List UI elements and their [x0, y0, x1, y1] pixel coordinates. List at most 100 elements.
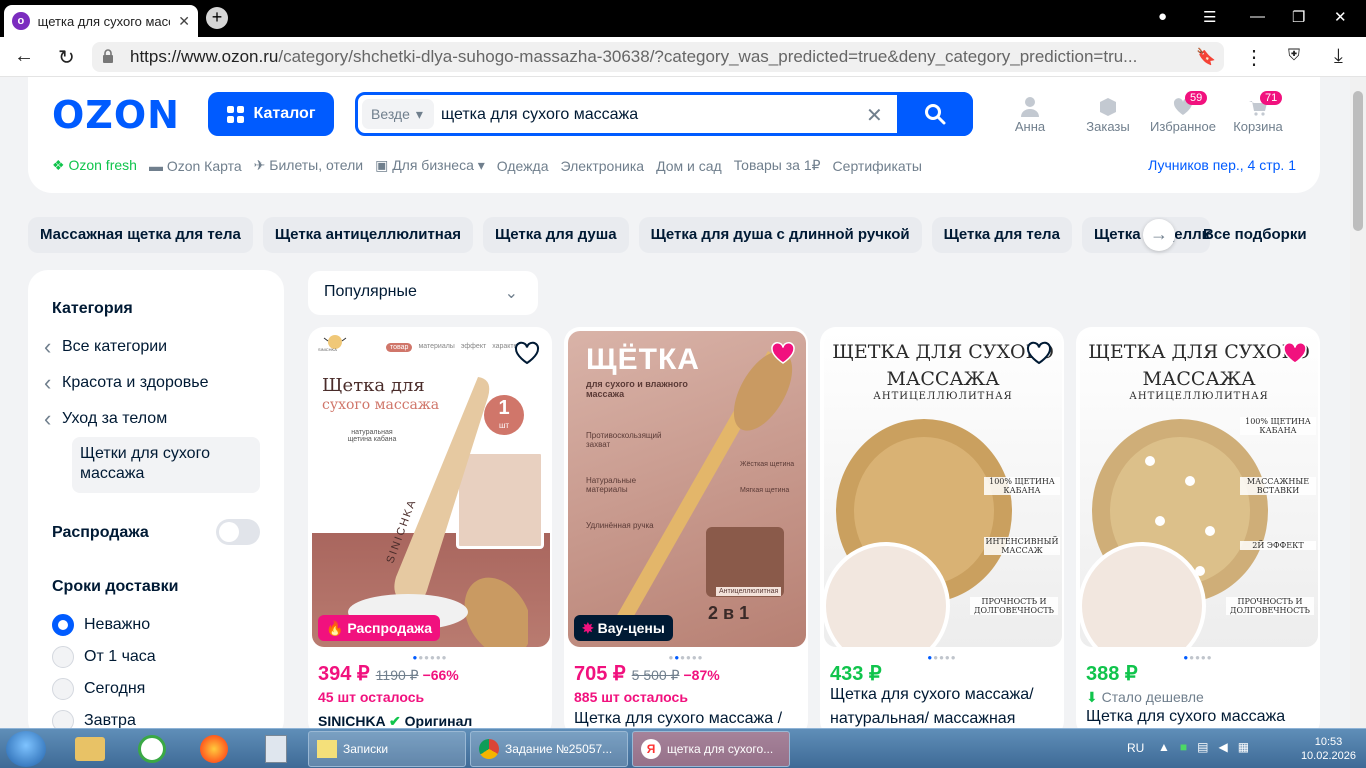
close-tab-icon[interactable]: ✕ [178, 13, 190, 30]
chip-massage-brush[interactable]: Массажная щетка для тела [28, 217, 253, 253]
minimize-icon[interactable]: — [1250, 8, 1265, 25]
all-selections-link[interactable]: Все подборки [1203, 226, 1307, 243]
kaspersky-icon[interactable]: ■ [1180, 740, 1187, 754]
subnav-home-garden[interactable]: Дом и сад [656, 158, 722, 174]
subnav-label: Для бизнеса [392, 157, 474, 173]
product-image[interactable]: ЩЁТКА для сухого и влажного массажа Прот… [568, 331, 806, 647]
search-scope-label: Везде [371, 106, 410, 122]
wow-price-badge: ✸ Вау-цены [574, 615, 673, 641]
menu-icon[interactable]: ☰ [1203, 8, 1216, 26]
scrollbar-thumb[interactable] [1353, 91, 1363, 231]
firefox-icon[interactable] [188, 732, 240, 766]
chip-long-handle[interactable]: Щетка для душа с длинной ручкой [638, 217, 922, 253]
delivery-option-today[interactable]: Сегодня [52, 678, 145, 700]
favorite-heart-filled-icon[interactable] [1282, 341, 1308, 365]
category-all[interactable]: Все категории [44, 334, 167, 360]
favorite-heart-icon[interactable] [514, 341, 540, 365]
url-path: /category/shchetki-dlya-suhogo-massazha-… [278, 47, 1138, 66]
browser-tab[interactable]: o щетка для сухого масс ✕ [4, 5, 198, 37]
back-icon[interactable]: ← [14, 45, 34, 68]
sale-toggle[interactable] [216, 519, 260, 545]
product-card[interactable]: SINICHKA товар материалы эффект характер… [308, 327, 552, 737]
verified-icon: ✔ [389, 713, 405, 729]
product-image[interactable]: ЩЕТКА ДЛЯ СУХОГО МАССАЖА АНТИЦЕЛЛЮЛИТНАЯ… [824, 331, 1062, 647]
subnav-one-ruble[interactable]: Товары за 1₽ [734, 157, 821, 174]
protect-icon[interactable]: ⛨ [1288, 47, 1300, 65]
subnav-tickets[interactable]: ✈ Билеты, отели [254, 157, 363, 174]
subnav-certificates[interactable]: Сертификаты [833, 158, 922, 174]
catalog-button[interactable]: Каталог [208, 92, 334, 136]
windows-taskbar: Записки Задание №25057... Ящетка для сух… [0, 728, 1366, 768]
profile-icon[interactable]: ● [1158, 8, 1167, 25]
chip-anticellulite[interactable]: Щетка антицеллюлитная [262, 217, 473, 253]
delivery-address-link[interactable]: Лучников пер., 4 стр. 1 [1148, 157, 1296, 173]
subnav-business[interactable]: ▣ Для бизнеса ▾ [375, 157, 485, 174]
product-card[interactable]: ЩЕТКА ДЛЯ СУХОГО МАССАЖА АНТИЦЕЛЛЮЛИТНАЯ… [820, 327, 1064, 737]
delivery-option-any[interactable]: Неважно [52, 614, 150, 636]
profile-link[interactable]: Анна [990, 95, 1070, 134]
search-scope-select[interactable]: Везде ▾ [362, 99, 434, 129]
product-card[interactable]: ЩЁТКА для сухого и влажного массажа Прот… [564, 327, 808, 737]
fire-icon: 🔥 [326, 620, 348, 636]
app-green-icon[interactable] [126, 732, 178, 766]
close-window-icon[interactable]: ✕ [1334, 8, 1347, 26]
brand-name[interactable]: SINICHKA [318, 713, 385, 729]
product-image[interactable]: SINICHKA товар материалы эффект характер… [312, 331, 550, 647]
cart-link[interactable]: 71 Корзина [1218, 91, 1298, 134]
search-input[interactable]: щетка для сухого массажа [441, 106, 638, 124]
favorite-heart-icon[interactable] [1026, 341, 1052, 365]
chevron-right-icon[interactable]: → [1143, 219, 1175, 251]
restore-icon[interactable]: ❐ [1292, 8, 1305, 26]
delivery-option-1h[interactable]: От 1 часа [52, 646, 156, 668]
chrome-icon [479, 739, 499, 759]
product-card[interactable]: ЩЕТКА ДЛЯ СУХОГО МАССАЖА АНТИЦЕЛЛЮЛИТНАЯ… [1076, 327, 1320, 737]
bookmark-icon[interactable]: 🔖 [1196, 47, 1216, 67]
subnav-ozon-fresh[interactable]: ❖ Ozon fresh [52, 157, 137, 174]
calculator-icon[interactable] [250, 732, 302, 766]
more-icon[interactable]: ⋮ [1244, 45, 1264, 70]
url-field[interactable]: https://www.ozon.ru/category/shchetki-dl… [92, 42, 1224, 72]
chip-body-brush[interactable]: Щетка для тела [931, 217, 1072, 253]
new-tab-button[interactable]: + [206, 7, 228, 29]
network-icon[interactable]: ▦ [1238, 740, 1249, 754]
orders-link[interactable]: Заказы [1068, 95, 1148, 134]
product-image[interactable]: ЩЕТКА ДЛЯ СУХОГО МАССАЖА АНТИЦЕЛЛЮЛИТНАЯ… [1080, 331, 1318, 647]
subnav-clothes[interactable]: Одежда [497, 158, 549, 174]
device-icon[interactable]: ▤ [1197, 740, 1208, 754]
radio-selected-icon [52, 614, 74, 636]
brush-illustration [348, 377, 528, 647]
ozon-logo[interactable]: OZON [52, 93, 180, 137]
current-price: 394 ₽ [318, 663, 370, 685]
subnav-electronics[interactable]: Электроника [561, 158, 645, 174]
category-beauty[interactable]: Красота и здоровье [44, 370, 209, 396]
explorer-icon[interactable] [64, 732, 116, 766]
taskbar-window-chrome[interactable]: Задание №25057... [470, 731, 628, 767]
category-active[interactable]: Щетки для сухого массажа [72, 437, 260, 493]
taskbar-window-notes[interactable]: Записки [308, 731, 466, 767]
volume-icon[interactable]: ◀ [1218, 740, 1227, 754]
sort-select[interactable]: Популярные ⌄ [308, 271, 538, 315]
chip-shower-brush[interactable]: Щетка для душа [482, 217, 629, 253]
clock[interactable]: 10:53 10.02.2026 [1301, 735, 1356, 763]
taskbar-window-yandex[interactable]: Ящетка для сухого... [632, 731, 790, 767]
clear-search-icon[interactable]: ✕ [866, 103, 883, 128]
reload-icon[interactable]: ↻ [58, 45, 75, 70]
tray-arrow-icon[interactable]: ▲ [1158, 740, 1170, 754]
category-body-care[interactable]: Уход за телом [44, 406, 167, 432]
favorite-heart-filled-icon[interactable] [770, 341, 796, 365]
image-brand-mini: SINICHKA [318, 347, 337, 352]
search-button[interactable] [897, 92, 973, 136]
radio-icon [52, 646, 74, 668]
delivery-title: Сроки доставки [52, 578, 179, 595]
favorites-link[interactable]: 59 Избранное [1143, 91, 1223, 134]
page-scrollbar[interactable] [1350, 77, 1366, 728]
start-button[interactable] [6, 731, 46, 767]
product-name[interactable]: Щетка для сухого массажа [1086, 705, 1316, 729]
product-name[interactable]: Щетка для сухого массажа/ натуральная/ м… [830, 683, 1060, 731]
subnav-ozon-card[interactable]: ▬ Ozon Карта [149, 158, 242, 174]
lock-icon[interactable] [102, 48, 114, 64]
language-indicator[interactable]: RU [1127, 741, 1144, 755]
suggestion-chips: Массажная щетка для тела Щетка антицеллю… [28, 217, 1210, 253]
download-icon[interactable]: ⤓ [1334, 45, 1343, 68]
url-domain: https://www.ozon.ru [130, 47, 279, 66]
